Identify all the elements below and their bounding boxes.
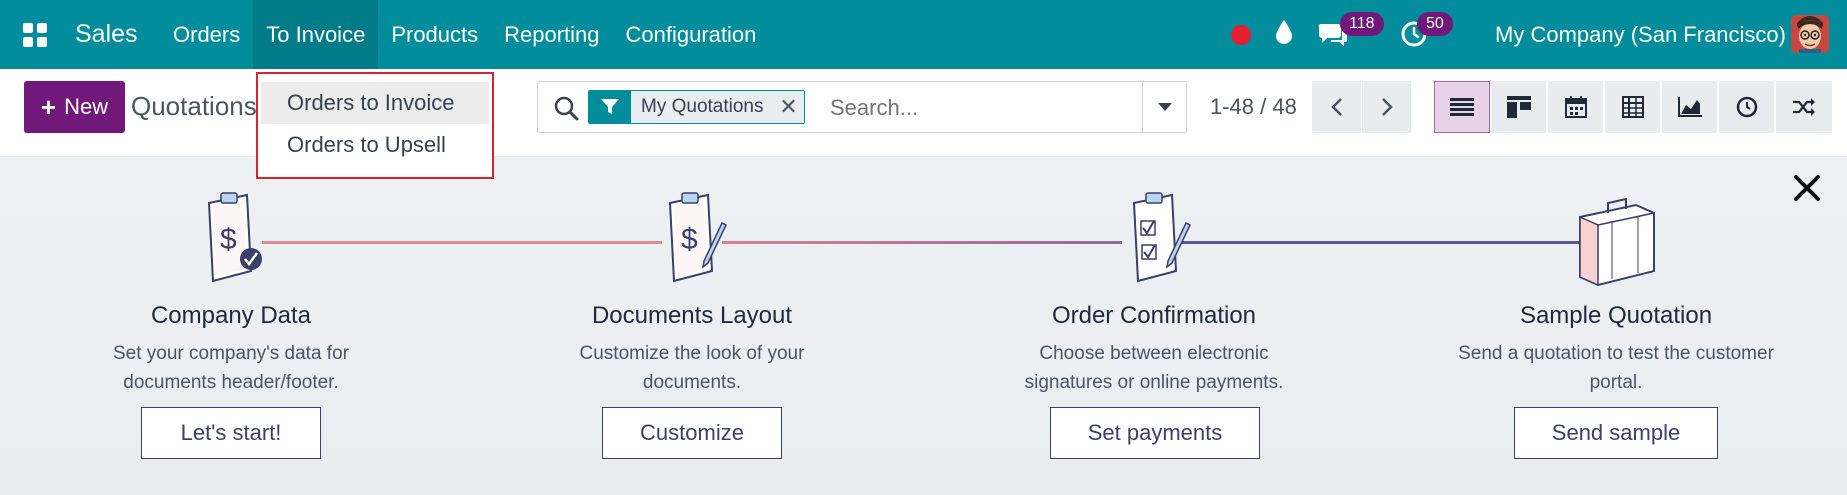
menu-orders[interactable]: Orders — [160, 0, 253, 69]
list-view-icon — [1450, 98, 1474, 116]
search-options-toggle[interactable] — [1142, 82, 1186, 132]
chevron-left-icon — [1330, 98, 1342, 116]
set-payments-button[interactable]: Set payments — [1050, 407, 1260, 459]
document-dollar-icon: $ — [207, 192, 262, 283]
graph-view-icon — [1677, 97, 1702, 117]
svg-text:$: $ — [220, 223, 237, 256]
search-icon[interactable] — [552, 94, 580, 122]
dropdown-item-orders-to-upsell[interactable]: Orders to Upsell — [261, 124, 489, 166]
dropdown-item-orders-to-invoice[interactable]: Orders to Invoice — [261, 82, 489, 124]
pager-next-button[interactable] — [1362, 81, 1411, 133]
list-view-button[interactable] — [1434, 81, 1490, 133]
pivot-view-button[interactable] — [1605, 81, 1661, 133]
kanban-view-icon — [1506, 96, 1531, 118]
send-sample-button[interactable]: Send sample — [1514, 407, 1718, 459]
menu-reporting[interactable]: Reporting — [491, 0, 612, 69]
record-icon[interactable] — [1230, 24, 1252, 46]
step-title: Sample Quotation — [1519, 302, 1713, 329]
checklist-icon — [1132, 192, 1191, 283]
calendar-view-button[interactable] — [1548, 81, 1604, 133]
menu-products[interactable]: Products — [378, 0, 491, 69]
page-title: Quotations — [131, 91, 257, 121]
facet-remove-button[interactable]: ✕ — [773, 91, 804, 123]
graph-view-button[interactable] — [1662, 81, 1718, 133]
step-description: Choose between electronic signatures or … — [1024, 343, 1284, 393]
pivot-view-icon — [1621, 96, 1644, 118]
menu-configuration[interactable]: Configuration — [613, 0, 770, 69]
search-input[interactable] — [830, 91, 1130, 125]
svg-text:$: $ — [681, 223, 698, 256]
search-facet: My Quotations ✕ — [588, 90, 805, 124]
activity-view-button[interactable] — [1719, 81, 1775, 133]
menu-to-invoice[interactable]: To Invoice — [253, 0, 379, 69]
messages-badge: 118 — [1340, 12, 1384, 36]
map-view-button[interactable] — [1776, 81, 1832, 133]
filter-icon — [589, 91, 631, 123]
step-description: Customize the look of your documents. — [579, 343, 805, 393]
new-button-label: New — [64, 94, 109, 119]
new-button[interactable]: + New — [24, 81, 125, 133]
map-view-icon — [1793, 98, 1815, 116]
activity-view-icon — [1736, 96, 1757, 118]
onboarding-panel: $ Company Data Set your company's data f… — [0, 157, 1847, 495]
pager-previous-button[interactable] — [1312, 81, 1361, 133]
app-brand[interactable]: Sales — [75, 0, 138, 69]
drop-icon[interactable] — [1274, 19, 1294, 45]
top-navbar: Sales Orders To Invoice Products Reporti… — [0, 0, 1847, 69]
step-description: Set your company's data for documents he… — [113, 343, 349, 393]
company-switcher[interactable]: My Company (San Francisco) — [1495, 0, 1786, 69]
close-icon[interactable] — [1790, 171, 1824, 205]
step-title: Company Data — [150, 302, 312, 329]
pager-value[interactable]: 1-48 / 48 — [1210, 81, 1297, 133]
calendar-view-icon — [1564, 96, 1587, 118]
chevron-right-icon — [1381, 98, 1393, 116]
step-title: Order Confirmation — [1051, 302, 1257, 329]
progress-line-3 — [1182, 241, 1582, 244]
main-menu: Orders To Invoice Products Reporting Con… — [160, 0, 769, 69]
progress-line-2 — [722, 241, 1122, 244]
plus-icon: + — [40, 91, 57, 122]
search-bar: My Quotations ✕ — [537, 81, 1187, 133]
facet-label: My Quotations — [631, 91, 774, 123]
lets-start-button[interactable]: Let's start! — [141, 407, 321, 459]
briefcase-icon — [1579, 197, 1655, 287]
caret-down-icon — [1157, 103, 1172, 111]
activities-badge: 50 — [1417, 12, 1453, 36]
progress-line-1 — [262, 241, 662, 244]
kanban-view-button[interactable] — [1491, 81, 1547, 133]
customize-button[interactable]: Customize — [602, 407, 782, 459]
step-description: Send a quotation to test the customer po… — [1458, 343, 1774, 393]
to-invoice-dropdown: Orders to Invoice Orders to Upsell — [256, 72, 494, 179]
apps-grid-icon[interactable] — [22, 22, 48, 48]
step-title: Documents Layout — [591, 302, 793, 329]
document-edit-icon: $ — [668, 192, 727, 283]
avatar[interactable] — [1791, 15, 1829, 53]
